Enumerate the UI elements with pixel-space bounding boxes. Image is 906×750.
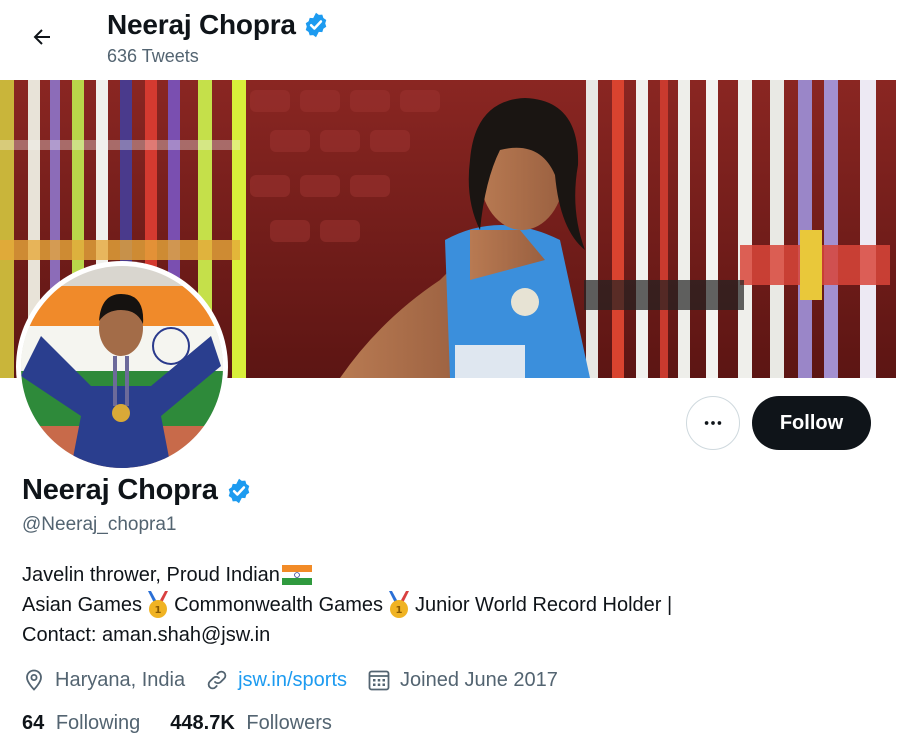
follow-button[interactable]: Follow xyxy=(752,396,871,450)
bio-text-1: Javelin thrower, Proud Indian xyxy=(22,564,280,586)
following-label: Following xyxy=(55,712,141,734)
bio-line-1: Javelin thrower, Proud Indian xyxy=(22,560,672,590)
gold-medal-icon: 1 xyxy=(389,591,410,618)
back-button[interactable] xyxy=(22,17,62,57)
gold-medal-icon: 1 xyxy=(148,591,169,618)
calendar-icon xyxy=(368,670,390,691)
profile-stats: 64 Following 448.7K Followers xyxy=(22,712,362,735)
followers-label: Followers xyxy=(246,712,332,734)
joined-text: Joined June 2017 xyxy=(400,668,558,691)
svg-text:1: 1 xyxy=(396,605,403,616)
top-bar: Neeraj Chopra 636 Tweets xyxy=(0,0,906,80)
location-text: Haryana, India xyxy=(55,668,186,691)
bio-text-3: Contact: aman.shah@jsw.in xyxy=(22,624,271,646)
followers-link[interactable]: 448.7K Followers xyxy=(170,712,332,735)
arrow-left-icon xyxy=(33,29,50,45)
verified-badge-icon xyxy=(228,478,249,503)
india-flag-icon xyxy=(281,565,312,585)
profile-bio: Javelin thrower, Proud Indian Asian Game… xyxy=(22,560,672,650)
profile-name: Neeraj Chopra xyxy=(22,474,218,506)
following-link[interactable]: 64 Following xyxy=(22,712,140,735)
more-horizontal-icon xyxy=(704,421,722,425)
svg-text:1: 1 xyxy=(155,605,162,616)
profile-meta: Haryana, India jsw.in/sports Joined June… xyxy=(22,665,578,695)
bio-line-3: Contact: aman.shah@jsw.in xyxy=(22,620,672,650)
bio-text-2a: Asian Games xyxy=(22,594,143,616)
following-count: 64 xyxy=(22,712,45,734)
link-icon xyxy=(207,670,227,690)
website-item[interactable]: jsw.in/sports xyxy=(205,668,347,692)
header-name: Neeraj Chopra xyxy=(107,9,296,40)
website-link[interactable]: jsw.in/sports xyxy=(238,669,347,692)
avatar-image xyxy=(21,266,223,468)
profile-name-row: Neeraj Chopra xyxy=(22,474,253,507)
bio-line-2: Asian Games 1 Commonwealth Games 1 Junio… xyxy=(22,590,672,620)
more-options-button[interactable] xyxy=(686,396,740,450)
profile-handle: @Neeraj_chopra1 xyxy=(22,514,177,535)
bio-text-2b: Commonwealth Games xyxy=(174,594,384,616)
tweet-count: 636 Tweets xyxy=(107,46,199,66)
profile-avatar[interactable] xyxy=(16,261,228,473)
bio-text-2c: Junior World Record Holder | xyxy=(415,594,673,616)
location-pin-icon xyxy=(26,669,42,691)
joined-item: Joined June 2017 xyxy=(367,668,558,692)
location-item: Haryana, India xyxy=(22,668,185,692)
verified-badge-icon xyxy=(305,12,327,38)
followers-count: 448.7K xyxy=(170,712,235,734)
header-name-row: Neeraj Chopra xyxy=(107,9,330,41)
